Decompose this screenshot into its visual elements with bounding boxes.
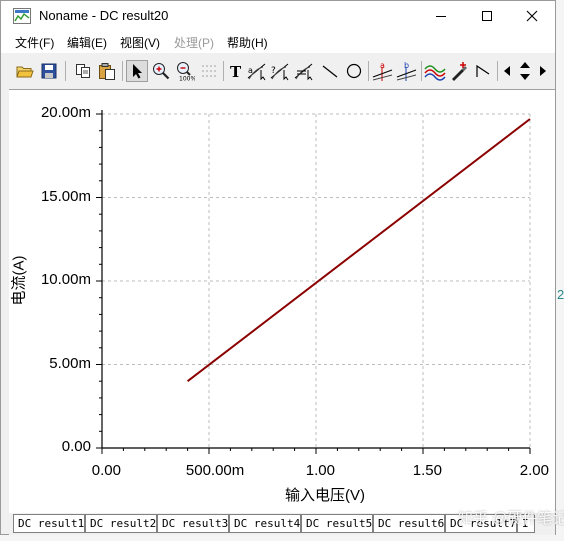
x-tick-label: 500.00m bbox=[185, 462, 245, 479]
x-tick-label: 1.50 bbox=[412, 462, 442, 479]
x-tick-label: 1.00 bbox=[305, 462, 335, 479]
x-tick-label: 2.00 bbox=[519, 462, 549, 479]
y-tick-label: 20.00m bbox=[40, 104, 91, 121]
y-tick-label: 15.00m bbox=[40, 187, 91, 205]
watermark: 知乎 @硬件笔记本 bbox=[458, 510, 564, 527]
y-tick-label: 10.00m bbox=[40, 271, 91, 288]
x-axis-label: 输入电压(V) bbox=[285, 487, 365, 504]
x-tick-label: 0.00 bbox=[91, 462, 121, 479]
y-tick-label: 5.00m bbox=[49, 354, 91, 372]
y-axis-label: 电流(A) bbox=[10, 255, 28, 306]
y-tick-label: 0.00 bbox=[61, 438, 91, 455]
series-line-1 bbox=[186, 118, 531, 382]
